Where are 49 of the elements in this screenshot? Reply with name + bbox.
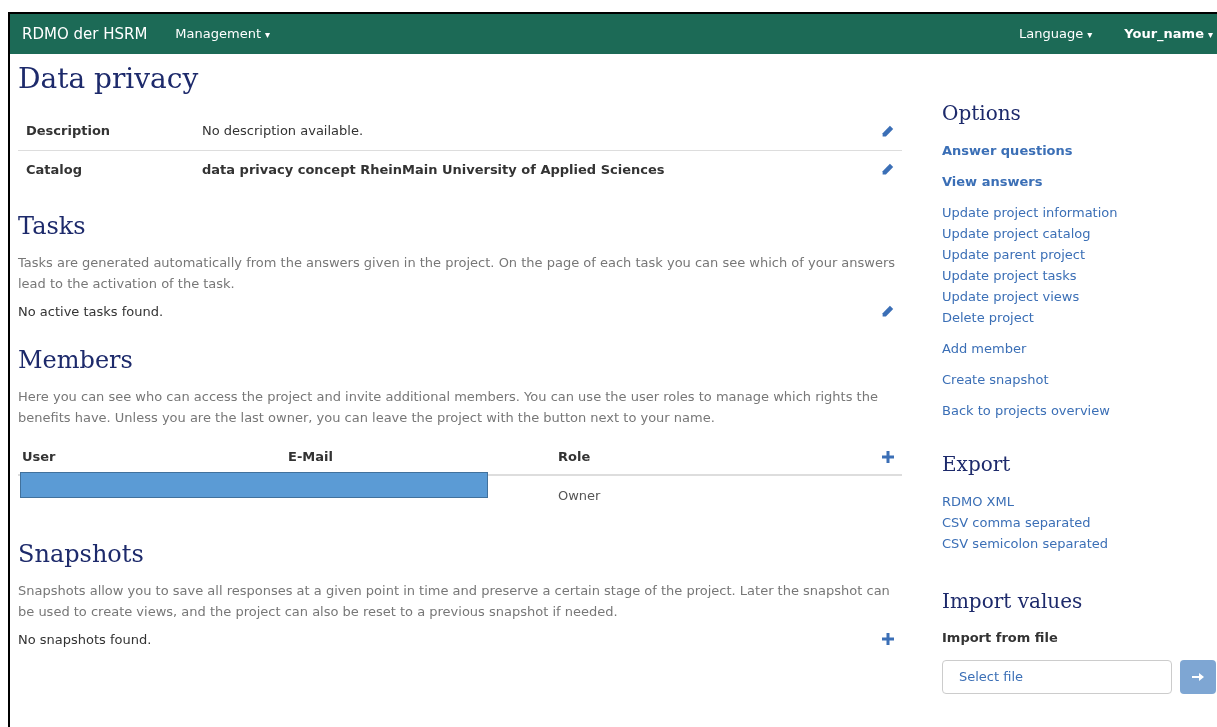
caret-icon: ▾	[1087, 26, 1093, 42]
nav-menu[interactable]: Language ▾	[1015, 24, 1097, 44]
sidebar-heading: Options	[942, 100, 1022, 127]
export-link[interactable]: RDMO XML	[942, 491, 1217, 512]
option-link[interactable]: Update project catalog	[942, 223, 1217, 244]
export-link[interactable]: CSV comma separated	[942, 512, 1217, 533]
option-link[interactable]: Update project views	[942, 286, 1217, 307]
empty-message: No snapshots found.	[18, 630, 152, 649]
caret-icon: ▾	[265, 26, 270, 42]
table-cell-text: Owner	[558, 486, 601, 505]
arrow-right-icon	[1192, 670, 1204, 683]
detail-value: data privacy concept RheinMain University of Applied Sciences	[202, 160, 666, 179]
nav-menu[interactable]: Management ▾	[163, 24, 282, 44]
brand-link[interactable]: RDMO der HSRM	[22, 22, 148, 46]
option-link[interactable]: Create snapshot	[942, 369, 1217, 390]
page-title: Data privacy	[18, 61, 200, 97]
detail-label: Catalog	[26, 160, 83, 179]
option-link[interactable]: Add member	[942, 338, 1217, 359]
column-header: User	[21, 447, 57, 466]
option-link[interactable]: Update parent project	[942, 244, 1217, 265]
option-link[interactable]: View answers	[942, 171, 1217, 192]
section-heading: Tasks	[18, 211, 87, 242]
section-heading: Snapshots	[18, 538, 145, 570]
option-link[interactable]: Update project information	[942, 202, 1217, 223]
caret-icon: ▾	[1207, 26, 1213, 42]
sidebar-heading: Export	[942, 451, 1012, 478]
detail-value: No description available.	[202, 122, 365, 141]
export-link[interactable]: CSV semicolon separated	[942, 533, 1217, 554]
empty-message: No active tasks found.	[18, 303, 164, 321]
plus-icon[interactable]	[882, 633, 894, 646]
option-link[interactable]: Answer questions	[942, 140, 1217, 161]
pencil-icon[interactable]	[881, 163, 894, 176]
column-header: Role	[558, 447, 592, 466]
option-link[interactable]: Delete project	[942, 307, 1217, 328]
pencil-icon[interactable]	[881, 305, 894, 319]
section-intro: Tasks are generated automatically from the answers given in the project. On the page of each task you can see which of your answers lead to the activation of the task.	[18, 254, 897, 293]
section-intro: Here you can see who can access the project and invite additional members. You can use the user roles to manage which rights the benefits have. Unless you are the last owner, you can leave the project with the button next to your name.	[18, 387, 879, 427]
nav-menu[interactable]: Your_name ▾	[1120, 24, 1217, 44]
section-intro: Snapshots allow you to save all responses at a given point in time and preserve a certain stage of the project. Later the snapshot can be used to create views, and the project can also be reset to a previous snapshot if needed.	[18, 581, 891, 621]
detail-label: Description	[26, 122, 112, 141]
pencil-icon[interactable]	[881, 124, 894, 138]
section-heading: Members	[18, 344, 134, 376]
import-label: Import from file	[942, 629, 1059, 647]
option-link[interactable]: Back to projects overview	[942, 400, 1217, 421]
file-field[interactable]: Select file	[942, 659, 1172, 694]
column-header: E-Mail	[288, 447, 334, 466]
plus-icon[interactable]	[882, 450, 894, 463]
option-link[interactable]: Update project tasks	[942, 265, 1217, 286]
sidebar-heading: Import values	[942, 588, 1084, 615]
